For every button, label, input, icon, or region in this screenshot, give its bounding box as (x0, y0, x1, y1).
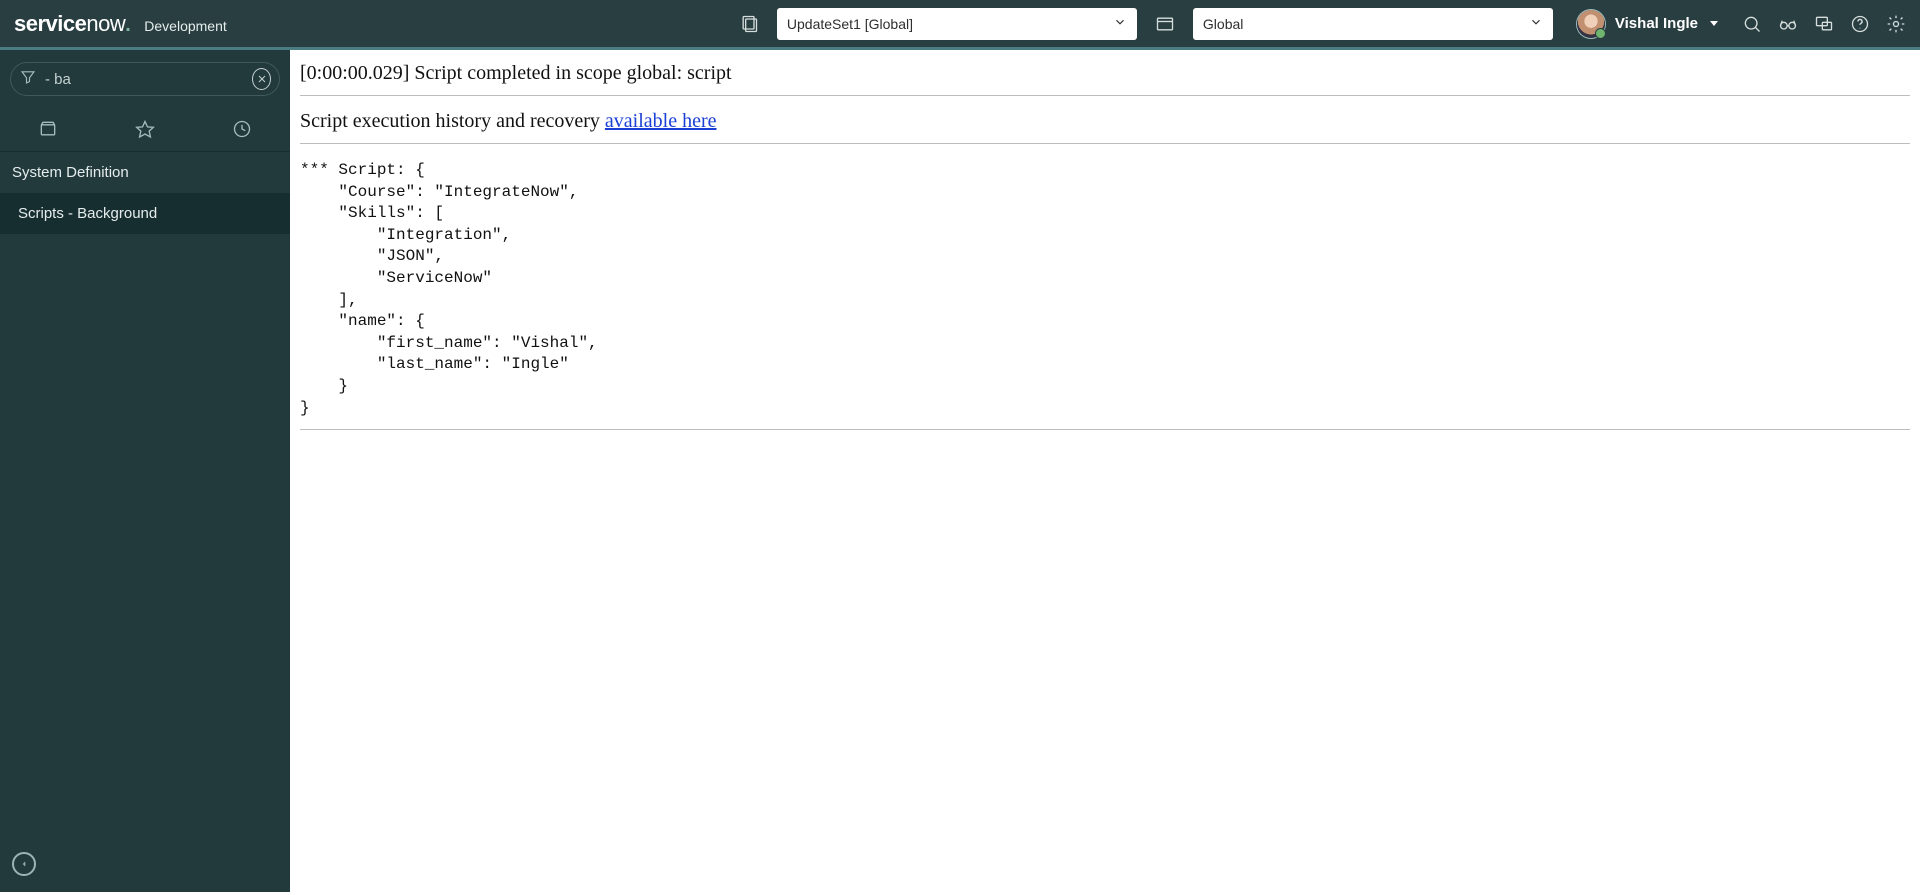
history-line: Script execution history and recovery av… (300, 96, 1910, 144)
update-set-value: UpdateSet1 [Global] (787, 16, 913, 32)
filter-icon (19, 68, 37, 91)
header-center: UpdateSet1 [Global] Global (739, 8, 1553, 40)
brand-dot: . (125, 14, 130, 36)
nav-filter (10, 62, 280, 96)
left-sidebar: System Definition Scripts - Background (0, 50, 290, 892)
script-completion-line: [0:00:00.029] Script completed in scope … (300, 58, 1910, 96)
app-header: servicenow. Development UpdateSet1 [Glob… (0, 0, 1920, 50)
nav-tabs (0, 106, 290, 152)
chat-icon[interactable] (1814, 14, 1834, 34)
chevron-down-icon (1529, 15, 1543, 32)
application-scope-select[interactable]: Global (1193, 8, 1553, 40)
favorites-tab[interactable] (97, 106, 194, 151)
avatar (1577, 10, 1605, 38)
brand-now: now (86, 11, 125, 36)
brand-block: servicenow. Development (14, 11, 227, 37)
nav-item-scripts-background[interactable]: Scripts - Background (0, 193, 290, 234)
nav-filter-row (0, 50, 290, 106)
chevron-down-icon (1710, 21, 1718, 26)
header-right: Vishal Ingle (1577, 10, 1906, 38)
env-label: Development (144, 18, 227, 34)
glasses-icon[interactable] (1778, 14, 1798, 34)
main-content: [0:00:00.029] Script completed in scope … (290, 50, 1920, 892)
nav-filter-input[interactable] (45, 71, 244, 88)
gear-icon[interactable] (1886, 14, 1906, 34)
clear-filter-button[interactable] (252, 68, 271, 90)
application-scope-value: Global (1203, 16, 1243, 32)
history-tab[interactable] (193, 106, 290, 151)
user-name: Vishal Ingle (1615, 15, 1698, 32)
search-icon[interactable] (1742, 14, 1762, 34)
all-apps-tab[interactable] (0, 106, 97, 151)
help-icon[interactable] (1850, 14, 1870, 34)
chevron-down-icon (1113, 15, 1127, 32)
history-link[interactable]: available here (605, 110, 717, 132)
history-prefix: Script execution history and recovery (300, 110, 605, 132)
update-set-picker-icon[interactable] (739, 14, 759, 34)
script-output: *** Script: { "Course": "IntegrateNow", … (300, 144, 1910, 430)
nav-section-system-definition[interactable]: System Definition (0, 152, 290, 193)
collapse-sidebar-button[interactable] (12, 852, 36, 876)
user-menu[interactable]: Vishal Ingle (1577, 10, 1718, 38)
application-scope-icon[interactable] (1155, 14, 1175, 34)
header-tools (1742, 14, 1906, 34)
update-set-select[interactable]: UpdateSet1 [Global] (777, 8, 1137, 40)
app-shell: System Definition Scripts - Background [… (0, 50, 1920, 892)
brand-service: service (14, 11, 86, 36)
brand-logo: servicenow. (14, 11, 130, 37)
